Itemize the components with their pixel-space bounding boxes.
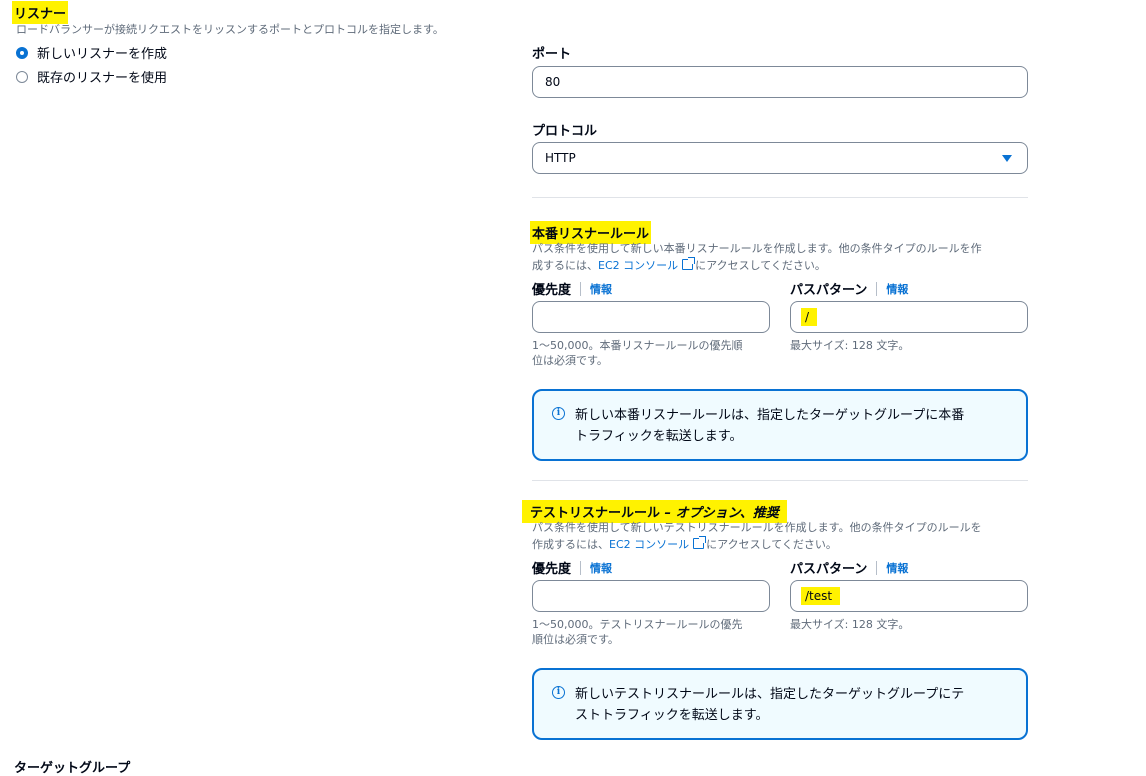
ec2-console-link[interactable]: EC2 コンソール [598,259,678,272]
production-path-label-row: パスパターン 情報 [790,279,908,298]
radio-create-listener[interactable]: 新しいリスナーを作成 [16,43,167,62]
divider [532,197,1028,198]
info-icon: i [552,407,565,420]
listener-title: リスナー [14,3,67,22]
test-priority-info-link[interactable]: 情報 [590,560,612,576]
test-rule-desc-suffix: にアクセスしてください。 [706,538,837,551]
test-priority-hint-line2: 順位は必須です。 [532,633,619,646]
test-rule-desc-line1: パス条件を使用して新しいテストリスナールールを作成します。他の条件タイプのルール… [532,521,982,534]
protocol-value: HTTP [545,151,576,165]
target-group-section-title: ターゲットグループ [14,761,131,776]
protocol-label: プロトコル [532,124,598,139]
test-rule-description: パス条件を使用して新しいテストリスナールールを作成します。他の条件タイプのルール… [532,519,1032,553]
external-link-icon[interactable] [693,536,707,549]
production-rule-desc-prefix: 成するには、 [532,259,598,272]
test-path-label: パスパターン [790,562,868,577]
external-link-icon[interactable] [682,257,696,270]
test-priority-input[interactable] [532,580,770,612]
radio-use-existing-listener-label: 既存のリスナーを使用 [37,71,168,86]
test-priority-hint: 1～50,000。テストリスナールールの優先 順位は必須です。 [532,617,743,647]
test-info-alert: i 新しいテストリスナールールは、指定したターゲットグループにテ ストトラフィッ… [532,668,1028,740]
production-rule-desc-line1: パス条件を使用して新しい本番リスナールールを作成します。他の条件タイプのルールを… [532,242,982,255]
production-path-value: / [803,310,816,324]
ec2-console-link[interactable]: EC2 コンソール [609,538,689,551]
info-icon: i [552,686,565,699]
production-priority-label: 優先度 [532,283,572,298]
test-priority-label-row: 優先度 情報 [532,558,612,577]
test-alert-line1: 新しいテストリスナールールは、指定したターゲットグループにテ [575,687,965,702]
production-priority-hint-line1: 1～50,000。本番リスナールールの優先順 [532,339,743,352]
port-label: ポート [532,47,572,62]
label-separator [876,281,878,296]
production-priority-info-link[interactable]: 情報 [590,281,612,297]
protocol-select[interactable]: HTTP [532,142,1028,174]
test-path-input[interactable]: /test [790,580,1028,612]
test-priority-hint-line1: 1～50,000。テストリスナールールの優先 [532,618,743,631]
production-alert-line2: トラフィックを転送します。 [575,429,743,444]
production-priority-input[interactable] [532,301,770,333]
test-path-info-link[interactable]: 情報 [886,560,908,576]
radio-use-existing-listener[interactable]: 既存のリスナーを使用 [16,67,167,86]
radio-selected-icon[interactable] [16,46,28,59]
test-path-value: /test [803,589,839,603]
port-input[interactable]: 80 [532,66,1028,98]
production-priority-hint: 1～50,000。本番リスナールールの優先順 位は必須です。 [532,338,743,368]
production-path-input[interactable]: / [790,301,1028,333]
production-alert-line1: 新しい本番リスナールールは、指定したターゲットグループに本番 [575,408,965,423]
production-path-label: パスパターン [790,283,868,298]
production-info-alert: i 新しい本番リスナールールは、指定したターゲットグループに本番 トラフィックを… [532,389,1028,461]
production-rule-description: パス条件を使用して新しい本番リスナールールを作成します。他の条件タイプのルールを… [532,240,1032,274]
radio-unselected-icon[interactable] [16,70,28,83]
caret-down-icon [1002,155,1012,162]
production-path-hint: 最大サイズ: 128 文字。 [790,339,910,352]
label-separator [580,560,582,575]
label-separator [580,281,582,296]
port-value: 80 [545,75,561,89]
production-rule-desc-suffix: にアクセスしてください。 [695,259,826,272]
radio-create-listener-label: 新しいリスナーを作成 [37,47,168,62]
production-priority-label-row: 優先度 情報 [532,279,612,298]
test-path-label-row: パスパターン 情報 [790,558,908,577]
label-separator [876,560,878,575]
test-path-hint: 最大サイズ: 128 文字。 [790,618,910,631]
divider [532,480,1028,481]
production-priority-hint-line2: 位は必須です。 [532,354,608,367]
production-path-info-link[interactable]: 情報 [886,281,908,297]
test-rule-desc-prefix: 作成するには、 [532,538,609,551]
test-alert-line2: ストトラフィックを転送します。 [575,708,769,723]
test-priority-label: 優先度 [532,562,572,577]
listener-description: ロードバランサーが接続リクエストをリッスンするポートとプロトコルを指定します。 [16,23,444,36]
